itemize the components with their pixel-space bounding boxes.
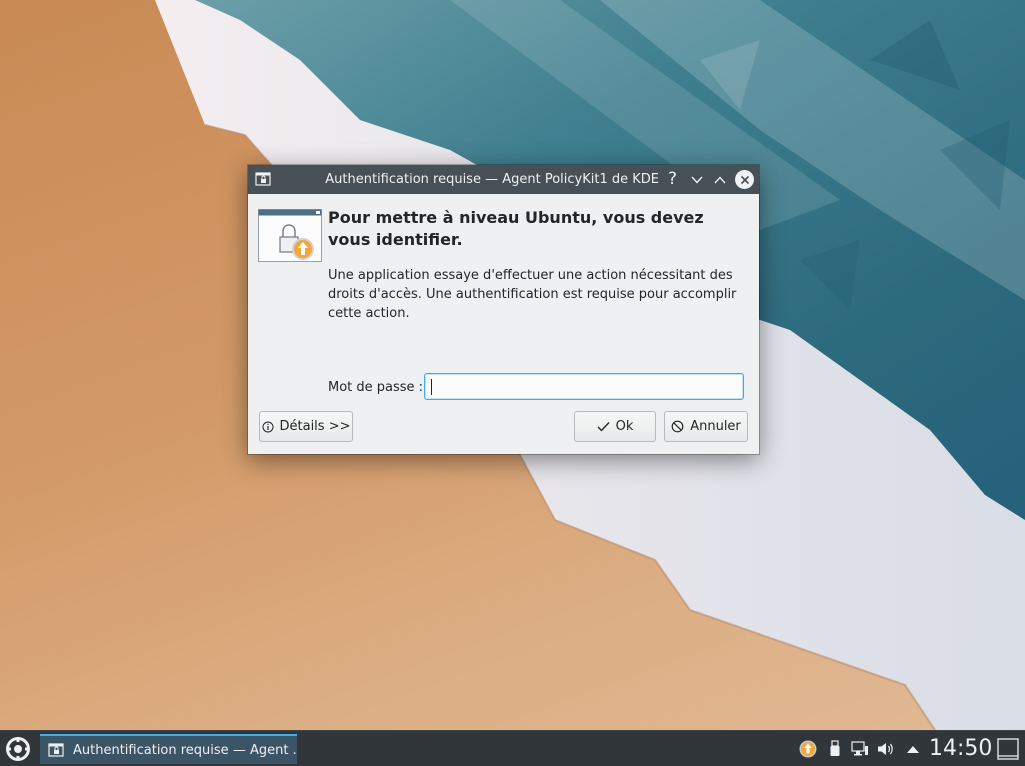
- chevron-up-icon: [713, 175, 726, 183]
- tray-usb-device[interactable]: [826, 740, 844, 758]
- help-button[interactable]: ?: [663, 170, 682, 189]
- info-icon: [262, 421, 273, 432]
- volume-icon: [878, 743, 893, 755]
- auth-dialog-window: Authentification requise — Agent PolicyK…: [248, 165, 759, 454]
- cancel-button[interactable]: Annuler: [664, 411, 748, 442]
- close-icon: [740, 175, 749, 184]
- details-button-label: Détails >>: [279, 419, 351, 434]
- taskbar-task-auth[interactable]: Authentification requise — Agent ...: [40, 734, 297, 764]
- ok-button[interactable]: Ok: [574, 411, 656, 442]
- text-caret: [431, 379, 432, 395]
- minimize-button[interactable]: [687, 170, 706, 189]
- cancel-icon: [671, 420, 684, 433]
- cancel-button-label: Annuler: [690, 419, 741, 434]
- usb-device-icon: [830, 740, 840, 756]
- chevron-down-icon: [690, 176, 703, 184]
- tray-network[interactable]: [851, 740, 869, 758]
- window-title: Authentification requise — Agent PolicyK…: [325, 172, 659, 187]
- expand-tray-icon: [907, 746, 919, 753]
- password-label: Mot de passe :: [328, 380, 424, 395]
- digital-clock[interactable]: 14:50: [929, 734, 992, 764]
- window-lock-icon: [48, 743, 64, 757]
- lock-update-icon: [258, 209, 322, 262]
- taskbar-panel: Authentification requise — Agent ... 14:…: [0, 730, 1025, 766]
- tray-software-update[interactable]: [799, 740, 817, 758]
- details-button[interactable]: Détails >>: [259, 411, 353, 442]
- dialog-heading: Pour mettre à niveau Ubuntu, vous devez …: [328, 208, 704, 249]
- maximize-button[interactable]: [710, 170, 729, 189]
- close-button[interactable]: [735, 170, 754, 189]
- password-input[interactable]: [424, 373, 744, 400]
- checkmark-icon: [597, 422, 610, 432]
- taskbar-task-label: Authentification requise — Agent ...: [73, 742, 297, 758]
- window-titlebar[interactable]: Authentification requise — Agent PolicyK…: [248, 165, 759, 194]
- network-icon: [851, 741, 868, 756]
- dialog-description: Une application essaye d'effectuer une a…: [328, 268, 737, 321]
- kde-launcher-icon[interactable]: [4, 735, 32, 763]
- ok-button-label: Ok: [615, 419, 634, 434]
- window-app-icon[interactable]: [255, 171, 271, 187]
- tray-volume[interactable]: [877, 740, 895, 758]
- software-update-icon: [799, 740, 817, 758]
- show-desktop-icon[interactable]: [997, 738, 1019, 760]
- tray-expand[interactable]: [904, 740, 922, 758]
